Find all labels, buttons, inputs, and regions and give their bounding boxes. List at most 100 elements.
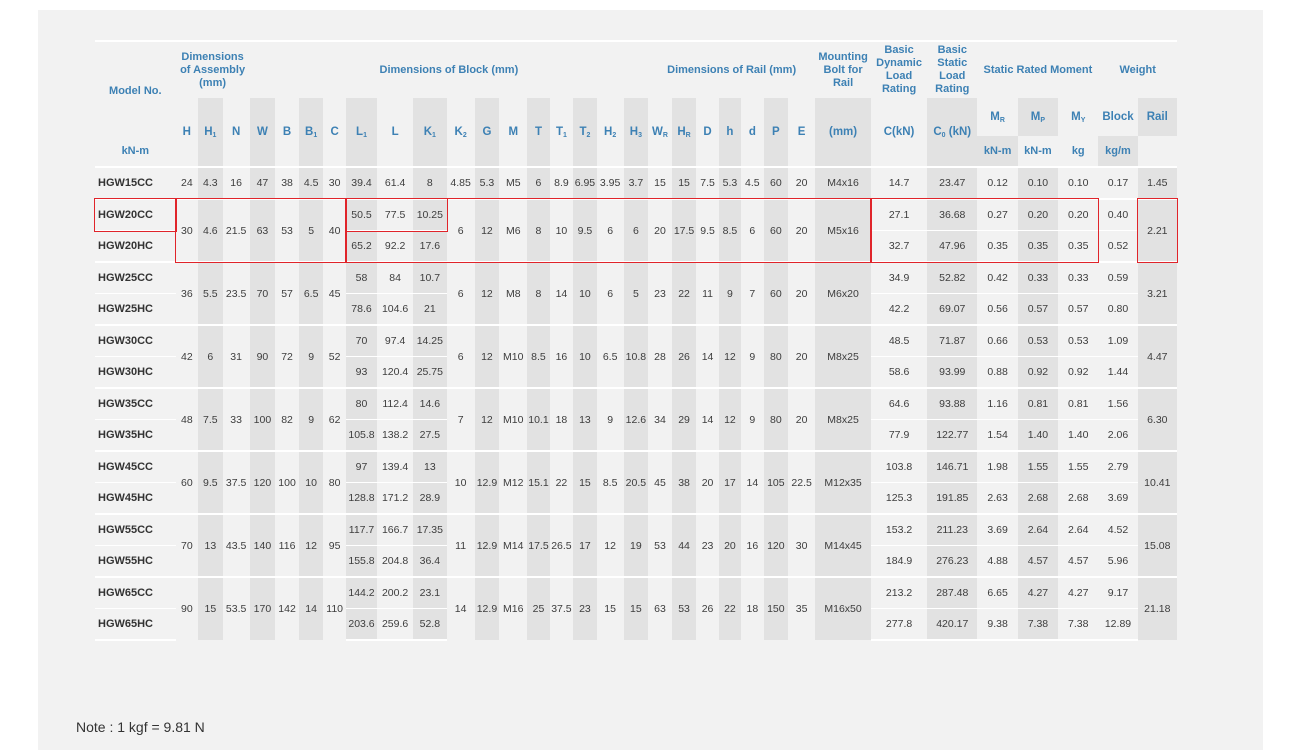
cell-b1: 10 bbox=[298, 451, 324, 514]
cell-g: 12 bbox=[474, 325, 500, 388]
cell-w: 120 bbox=[249, 451, 276, 514]
cell-h2: 3.95 bbox=[599, 177, 621, 189]
cell-n: 16 bbox=[230, 177, 242, 189]
cell-c0: 93.99 bbox=[927, 356, 978, 388]
cell-p: 80 bbox=[763, 388, 789, 451]
static-load-header: Basic Static Load Rating bbox=[927, 40, 978, 98]
model-number: HGW35HC bbox=[98, 429, 154, 441]
cell-c0: 71.87 bbox=[927, 325, 978, 357]
cell-mr: 6.65 bbox=[987, 587, 1008, 599]
cell-l: 138.2 bbox=[381, 429, 409, 441]
col-C-header: C bbox=[330, 126, 339, 138]
cell-p: 150 bbox=[763, 577, 789, 640]
cell-d: 14 bbox=[701, 350, 714, 363]
cell-p: 60 bbox=[763, 262, 789, 325]
cell-my: 0.35 bbox=[1068, 240, 1089, 252]
col-bolt-unit-header: (mm) bbox=[815, 98, 872, 167]
cell-l1: 39.4 bbox=[345, 167, 378, 199]
cell-bolt: M16x50 bbox=[815, 577, 872, 640]
col-E-header: E bbox=[797, 126, 806, 138]
cell-mr: 0.42 bbox=[987, 272, 1008, 284]
cell-d: 9.5 bbox=[700, 224, 715, 237]
col-H1-header: H1 bbox=[198, 98, 223, 167]
cell-hr: 44 bbox=[671, 514, 697, 577]
cell-hr: 26 bbox=[671, 325, 697, 388]
model-number: HGW20HC bbox=[98, 240, 154, 252]
cell-h: 5.3 bbox=[718, 167, 742, 199]
cell-l1: 203.6 bbox=[345, 608, 378, 641]
cell-n: 43.5 bbox=[225, 539, 247, 552]
cell-k1: 13 bbox=[413, 451, 447, 483]
cell-l1: 93 bbox=[345, 356, 378, 388]
cell-wb: 1.56 bbox=[1107, 398, 1129, 410]
col-W-header: W bbox=[249, 98, 276, 167]
cell-w: 90 bbox=[249, 325, 276, 388]
model-number: HGW65CC bbox=[98, 587, 154, 599]
cell-mp: 0.81 bbox=[1017, 388, 1059, 420]
cell-h1: 4.6 bbox=[198, 199, 223, 262]
cell-g: 12 bbox=[474, 388, 500, 451]
cell-my: 4.27 bbox=[1068, 587, 1089, 599]
cell-l: 120.4 bbox=[381, 366, 409, 378]
cell-wr: 28 bbox=[654, 350, 666, 363]
cell-mr: 9.38 bbox=[977, 608, 1018, 641]
cell-b1: 6.5 bbox=[298, 262, 324, 325]
model-no-header: Model No. bbox=[95, 40, 176, 136]
table-row: HGW30CC 42 6 31 90 72 9 52 70 97.4 14.25 6 12 M10 8.5 1… bbox=[95, 325, 1177, 388]
cell-l1: 65.2 bbox=[345, 230, 378, 262]
model-number: HGW20CC bbox=[98, 209, 154, 221]
cell-h: 24 bbox=[180, 177, 193, 189]
cell-c-kn: 32.7 bbox=[888, 240, 910, 252]
cell-mr: 1.54 bbox=[987, 429, 1008, 441]
cell-my: 2.68 bbox=[1068, 492, 1089, 504]
cell-my: 0.20 bbox=[1068, 209, 1089, 221]
cell-l: 259.6 bbox=[377, 608, 414, 641]
col-K2-header: K2 bbox=[454, 125, 467, 139]
cell-c-kn: 48.5 bbox=[888, 335, 910, 347]
cell-mr: 0.27 bbox=[987, 209, 1008, 221]
dynamic-load-header: Basic Dynamic Load Rating bbox=[871, 40, 928, 98]
col-P-header: P bbox=[763, 98, 789, 167]
cell-l1: 128.8 bbox=[345, 482, 378, 514]
cell-c: 110 bbox=[326, 603, 344, 615]
cell-l: 97.4 bbox=[384, 335, 406, 347]
col-MR-header: MR bbox=[990, 110, 1005, 124]
cell-my: 2.64 bbox=[1068, 524, 1089, 536]
cell-wb: 0.17 bbox=[1107, 177, 1129, 189]
cell-c0: 146.71 bbox=[927, 451, 978, 483]
mounting-bolt-header: Mounting Bolt for Rail bbox=[815, 40, 872, 98]
cell-l1: 80 bbox=[345, 388, 378, 420]
cell-b1: 14 bbox=[298, 577, 324, 640]
assembly-dimensions-header: Dimensions of Assembly (mm) bbox=[175, 40, 250, 98]
cell-m: M5 bbox=[505, 177, 521, 189]
cell-c: 40 bbox=[328, 224, 341, 237]
cell-n: 31 bbox=[230, 350, 242, 363]
cell-l1: 144.2 bbox=[345, 577, 378, 609]
cell-l1: 155.8 bbox=[345, 545, 378, 577]
cell-h2: 6 bbox=[607, 287, 614, 300]
cell-w: 47 bbox=[249, 167, 276, 199]
cell-m: M6 bbox=[505, 224, 521, 237]
col-rail-weight-header: Rail bbox=[1137, 98, 1177, 136]
cell-g: 5.3 bbox=[474, 167, 500, 199]
cell-c0: 420.17 bbox=[927, 608, 978, 641]
cell-wr: 6.30 bbox=[1137, 388, 1177, 451]
cell-k2: 4.85 bbox=[450, 177, 471, 189]
cell-d: 7 bbox=[749, 287, 756, 300]
table-row: HGW35CC 48 7.5 33 100 82 9 62 80 112.4 14.6 7 12 M10 1… bbox=[95, 388, 1177, 451]
model-number: HGW45HC bbox=[98, 492, 154, 504]
cell-h3: 3.7 bbox=[623, 167, 649, 199]
cell-e: 20 bbox=[795, 287, 808, 300]
cell-c: 62 bbox=[328, 413, 341, 426]
col-G-header: G bbox=[474, 98, 500, 167]
cell-c: 45 bbox=[328, 287, 341, 300]
cell-c: 30 bbox=[328, 177, 341, 189]
cell-mr: 2.63 bbox=[987, 492, 1008, 504]
cell-t2: 13 bbox=[573, 388, 597, 451]
cell-wr: 15.08 bbox=[1137, 514, 1177, 577]
cell-bolt: M5x16 bbox=[815, 199, 872, 262]
cell-c-kn: 34.9 bbox=[888, 272, 910, 284]
cell-e: 20 bbox=[795, 350, 808, 363]
cell-d: 4.5 bbox=[745, 177, 760, 189]
note-text: Note : 1 kgf = 9.81 N bbox=[76, 719, 205, 735]
